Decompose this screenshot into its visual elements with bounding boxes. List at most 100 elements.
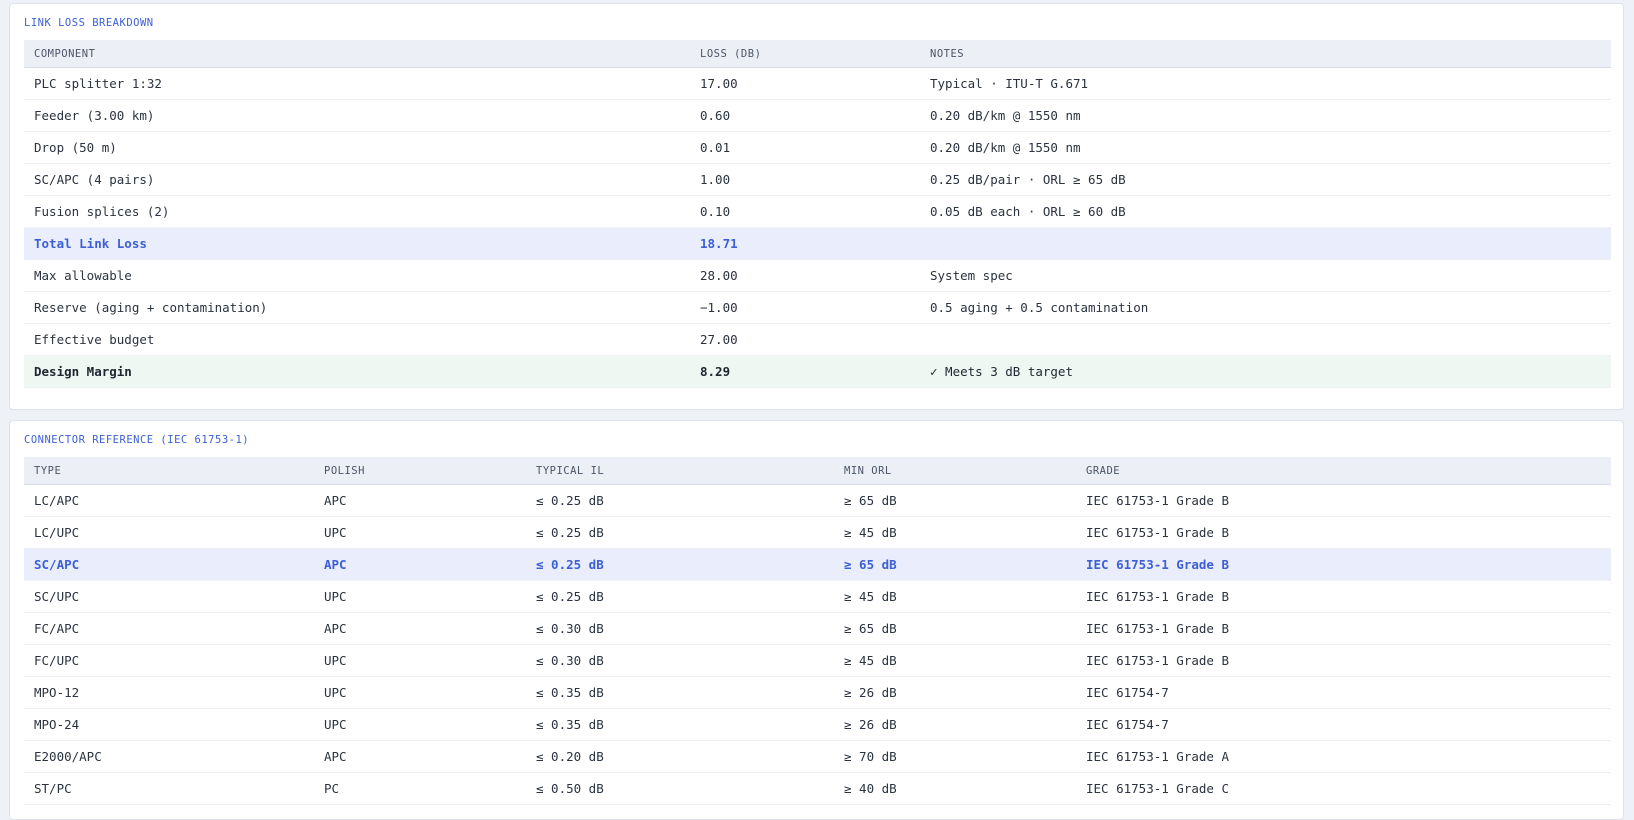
grade-cell: IEC 61753-1 Grade B	[1076, 484, 1611, 517]
table-row[interactable]: PLC splitter 1:32 17.00 Typical · ITU-T …	[24, 67, 1611, 100]
notes-cell: Typical · ITU-T G.671	[920, 67, 1611, 100]
loss-cell: 0.60	[690, 99, 920, 132]
table-row[interactable]: Effective budget 27.00	[24, 323, 1611, 356]
min-orl-cell: ≥ 40 dB	[834, 772, 1076, 805]
polish-cell: UPC	[314, 580, 526, 613]
typical-il-cell: ≤ 0.30 dB	[526, 644, 834, 677]
loss-cell: 0.10	[690, 195, 920, 228]
notes-cell: 0.05 dB each · ORL ≥ 60 dB	[920, 195, 1611, 228]
notes-cell	[920, 227, 1611, 260]
grade-cell: IEC 61753-1 Grade C	[1076, 772, 1611, 805]
polish-cell: APC	[314, 548, 526, 581]
type-cell: SC/APC	[24, 548, 314, 581]
min-orl-cell: ≥ 65 dB	[834, 548, 1076, 581]
polish-cell: APC	[314, 740, 526, 773]
table-row[interactable]: Drop (50 m) 0.01 0.20 dB/km @ 1550 nm	[24, 131, 1611, 164]
loss-cell: 1.00	[690, 163, 920, 196]
grade-cell: IEC 61754-7	[1076, 708, 1611, 741]
table-row[interactable]: LC/APC APC ≤ 0.25 dB ≥ 65 dB IEC 61753-1…	[24, 484, 1611, 517]
typical-il-cell: ≤ 0.25 dB	[526, 580, 834, 613]
type-cell: LC/UPC	[24, 516, 314, 549]
component-cell: SC/APC (4 pairs)	[24, 163, 690, 196]
loss-cell: 8.29	[690, 355, 920, 388]
col-header-typical-il[interactable]: TYPICAL IL	[526, 457, 834, 485]
min-orl-cell: ≥ 45 dB	[834, 580, 1076, 613]
type-cell: ST/PC	[24, 772, 314, 805]
notes-cell	[920, 323, 1611, 356]
min-orl-cell: ≥ 26 dB	[834, 708, 1076, 741]
grade-cell: IEC 61754-7	[1076, 676, 1611, 709]
type-cell: E2000/APC	[24, 740, 314, 773]
design-margin-row[interactable]: Design Margin 8.29 ✓ Meets 3 dB target	[24, 355, 1611, 388]
polish-cell: UPC	[314, 644, 526, 677]
min-orl-cell: ≥ 65 dB	[834, 612, 1076, 645]
loss-cell: 27.00	[690, 323, 920, 356]
col-header-type[interactable]: TYPE	[24, 457, 314, 485]
polish-cell: UPC	[314, 676, 526, 709]
loss-cell: 17.00	[690, 67, 920, 100]
table-row[interactable]: SC/APC (4 pairs) 1.00 0.25 dB/pair · ORL…	[24, 163, 1611, 196]
table-row[interactable]: Reserve (aging + contamination) −1.00 0.…	[24, 291, 1611, 324]
col-header-min-orl[interactable]: MIN ORL	[834, 457, 1076, 485]
connector-reference-panel: CONNECTOR REFERENCE (IEC 61753-1) TYPE P…	[9, 420, 1624, 820]
selected-table-row[interactable]: SC/APC APC ≤ 0.25 dB ≥ 65 dB IEC 61753-1…	[24, 548, 1611, 581]
component-cell: Total Link Loss	[24, 227, 690, 260]
polish-cell: APC	[314, 612, 526, 645]
table-row[interactable]: SC/UPC UPC ≤ 0.25 dB ≥ 45 dB IEC 61753-1…	[24, 580, 1611, 613]
polish-cell: APC	[314, 484, 526, 517]
notes-cell: 0.5 aging + 0.5 contamination	[920, 291, 1611, 324]
min-orl-cell: ≥ 45 dB	[834, 516, 1076, 549]
total-link-loss-row[interactable]: Total Link Loss 18.71	[24, 227, 1611, 260]
notes-cell: 0.20 dB/km @ 1550 nm	[920, 131, 1611, 164]
polish-cell: UPC	[314, 516, 526, 549]
component-cell: Max allowable	[24, 259, 690, 292]
type-cell: LC/APC	[24, 484, 314, 517]
loss-cell: 28.00	[690, 259, 920, 292]
col-header-polish[interactable]: POLISH	[314, 457, 526, 485]
loss-cell: 0.01	[690, 131, 920, 164]
link-loss-panel: LINK LOSS BREAKDOWN COMPONENT LOSS (DB) …	[9, 3, 1624, 410]
table-row[interactable]: MPO-24 UPC ≤ 0.35 dB ≥ 26 dB IEC 61754-7	[24, 708, 1611, 741]
table-row[interactable]: MPO-12 UPC ≤ 0.35 dB ≥ 26 dB IEC 61754-7	[24, 676, 1611, 709]
notes-cell: System spec	[920, 259, 1611, 292]
table-row[interactable]: FC/APC APC ≤ 0.30 dB ≥ 65 dB IEC 61753-1…	[24, 612, 1611, 645]
type-cell: SC/UPC	[24, 580, 314, 613]
typical-il-cell: ≤ 0.25 dB	[526, 484, 834, 517]
table-row[interactable]: Max allowable 28.00 System spec	[24, 259, 1611, 292]
table-row[interactable]: Fusion splices (2) 0.10 0.05 dB each · O…	[24, 195, 1611, 228]
table-row[interactable]: LC/UPC UPC ≤ 0.25 dB ≥ 45 dB IEC 61753-1…	[24, 516, 1611, 549]
component-cell: Design Margin	[24, 355, 690, 388]
min-orl-cell: ≥ 45 dB	[834, 644, 1076, 677]
typical-il-cell: ≤ 0.30 dB	[526, 612, 834, 645]
type-cell: MPO-24	[24, 708, 314, 741]
type-cell: FC/UPC	[24, 644, 314, 677]
polish-cell: UPC	[314, 708, 526, 741]
loss-cell: 18.71	[690, 227, 920, 260]
min-orl-cell: ≥ 65 dB	[834, 484, 1076, 517]
grade-cell: IEC 61753-1 Grade B	[1076, 644, 1611, 677]
col-header-grade[interactable]: GRADE	[1076, 457, 1611, 485]
table-row[interactable]: Feeder (3.00 km) 0.60 0.20 dB/km @ 1550 …	[24, 99, 1611, 132]
grade-cell: IEC 61753-1 Grade B	[1076, 612, 1611, 645]
connector-header-row: TYPE POLISH TYPICAL IL MIN ORL GRADE	[24, 457, 1611, 485]
grade-cell: IEC 61753-1 Grade B	[1076, 548, 1611, 581]
connector-reference-title: CONNECTOR REFERENCE (IEC 61753-1)	[24, 434, 250, 446]
col-header-component[interactable]: COMPONENT	[24, 40, 690, 68]
type-cell: MPO-12	[24, 676, 314, 709]
col-header-notes[interactable]: NOTES	[920, 40, 1611, 68]
table-row[interactable]: ST/PC PC ≤ 0.50 dB ≥ 40 dB IEC 61753-1 G…	[24, 772, 1611, 805]
grade-cell: IEC 61753-1 Grade B	[1076, 580, 1611, 613]
table-row[interactable]: E2000/APC APC ≤ 0.20 dB ≥ 70 dB IEC 6175…	[24, 740, 1611, 773]
component-cell: Effective budget	[24, 323, 690, 356]
col-header-loss[interactable]: LOSS (DB)	[690, 40, 920, 68]
component-cell: PLC splitter 1:32	[24, 67, 690, 100]
grade-cell: IEC 61753-1 Grade B	[1076, 516, 1611, 549]
typical-il-cell: ≤ 0.25 dB	[526, 516, 834, 549]
loss-cell: −1.00	[690, 291, 920, 324]
typical-il-cell: ≤ 0.35 dB	[526, 676, 834, 709]
typical-il-cell: ≤ 0.25 dB	[526, 548, 834, 581]
table-row[interactable]: FC/UPC UPC ≤ 0.30 dB ≥ 45 dB IEC 61753-1…	[24, 644, 1611, 677]
notes-cell: 0.20 dB/km @ 1550 nm	[920, 99, 1611, 132]
typical-il-cell: ≤ 0.20 dB	[526, 740, 834, 773]
polish-cell: PC	[314, 772, 526, 805]
